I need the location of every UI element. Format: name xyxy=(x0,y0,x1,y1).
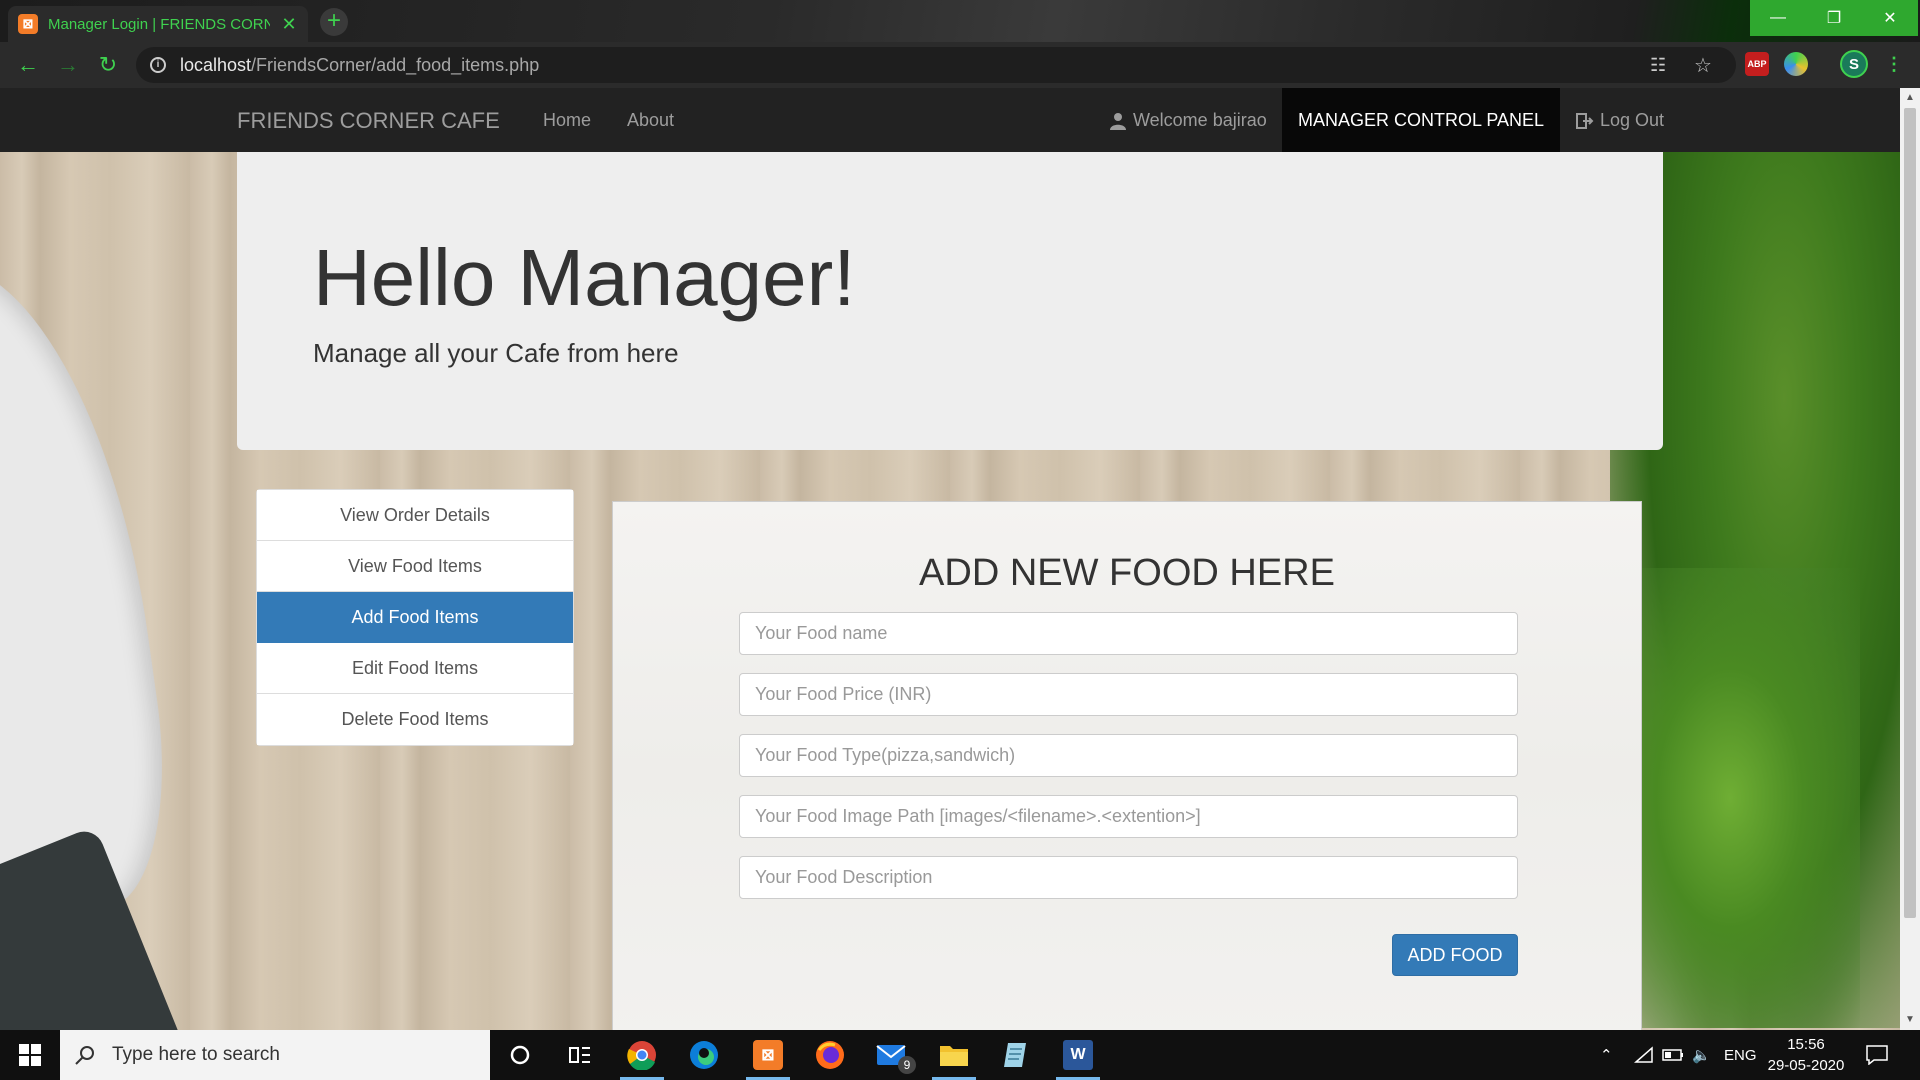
firefox-taskbar-icon[interactable] xyxy=(800,1030,860,1080)
mail-badge: 9 xyxy=(898,1056,916,1074)
background-knife-handle xyxy=(0,825,193,1030)
logout-label: Log Out xyxy=(1600,110,1665,130)
bookmark-star-icon[interactable]: ☆ xyxy=(1694,53,1712,78)
scroll-up-icon[interactable]: ▲ xyxy=(1905,92,1915,103)
tab-title: Manager Login | FRIENDS CORNER CAFE xyxy=(48,15,270,33)
manager-sidebar: View Order Details View Food Items Add F… xyxy=(256,489,574,746)
windows-logo-icon xyxy=(19,1044,41,1066)
task-view-icon[interactable] xyxy=(550,1030,610,1080)
search-icon xyxy=(75,1046,94,1065)
add-food-button[interactable]: ADD FOOD xyxy=(1392,934,1518,976)
manager-control-panel-link[interactable]: MANAGER CONTROL PANEL xyxy=(1282,88,1560,152)
forward-icon[interactable]: → xyxy=(48,45,88,85)
nav-home[interactable]: Home xyxy=(543,110,591,131)
close-window-button[interactable]: ✕ xyxy=(1862,0,1918,36)
tab-close-icon[interactable]: ✕ xyxy=(280,14,298,35)
food-image-path-input[interactable] xyxy=(739,795,1518,838)
sidebar-item-add-food[interactable]: Add Food Items xyxy=(257,592,573,643)
browser-menu-icon[interactable]: ⋮ xyxy=(1882,52,1906,76)
browser-tab-strip: ⊠ Manager Login | FRIENDS CORNER CAFE ✕ … xyxy=(0,0,1920,42)
clock-date: 29-05-2020 xyxy=(1767,1057,1845,1074)
reload-icon[interactable]: ↻ xyxy=(88,45,128,85)
notepad-taskbar-icon[interactable] xyxy=(986,1030,1046,1080)
scrollbar-thumb[interactable] xyxy=(1904,108,1916,918)
food-price-input[interactable] xyxy=(739,673,1518,716)
brand-link[interactable]: FRIENDS CORNER CAFE xyxy=(237,108,500,134)
word-icon: W xyxy=(1063,1040,1093,1070)
address-bar[interactable]: i localhost/FriendsCorner/add_food_items… xyxy=(136,47,1736,83)
browser-toolbar: ← → ↻ i localhost/FriendsCorner/add_food… xyxy=(0,42,1920,88)
minimize-button[interactable]: — xyxy=(1750,0,1806,36)
new-tab-button[interactable]: + xyxy=(320,8,348,36)
url-host: localhost xyxy=(180,54,252,75)
profile-initial: S xyxy=(1848,55,1859,73)
extension-icon[interactable] xyxy=(1784,52,1808,76)
firefox-icon xyxy=(816,1041,844,1069)
welcome-text: Welcome bajirao xyxy=(1133,110,1267,130)
sidebar-item-edit-food[interactable]: Edit Food Items xyxy=(257,643,573,694)
add-food-form: ADD NEW FOOD HERE ADD FOOD xyxy=(612,501,1642,1030)
web-page: FRIENDS CORNER CAFE Home About Welcome b… xyxy=(0,88,1900,1030)
nav-about[interactable]: About xyxy=(627,110,674,131)
action-center-icon[interactable] xyxy=(1866,1030,1888,1080)
food-type-input[interactable] xyxy=(739,734,1518,777)
battery-glyph-icon xyxy=(1662,1049,1683,1061)
page-subtitle: Manage all your Cafe from here xyxy=(313,338,679,368)
mail-taskbar-icon[interactable]: 9 xyxy=(862,1030,922,1080)
logout-link[interactable]: Log Out xyxy=(1576,110,1664,131)
jumbotron: Hello Manager! Manage all your Cafe from… xyxy=(237,152,1663,450)
cortana-circle-icon xyxy=(510,1045,530,1065)
adblock-label: ABP xyxy=(1747,59,1767,69)
sidebar-item-view-food[interactable]: View Food Items xyxy=(257,541,573,592)
back-icon[interactable]: ← xyxy=(8,45,48,85)
battery-icon[interactable] xyxy=(1662,1030,1684,1080)
notification-icon xyxy=(1866,1045,1888,1065)
wifi-icon xyxy=(1634,1046,1653,1063)
word-taskbar-icon[interactable]: W xyxy=(1048,1030,1108,1080)
cortana-icon[interactable] xyxy=(490,1030,550,1080)
chevron-up-icon[interactable]: ⌃ xyxy=(1600,1030,1613,1080)
background-knife-image xyxy=(0,243,185,933)
start-button[interactable] xyxy=(0,1030,60,1080)
welcome-user[interactable]: Welcome bajirao xyxy=(1109,110,1267,131)
site-info-icon[interactable]: i xyxy=(150,57,166,73)
site-navbar: FRIENDS CORNER CAFE Home About Welcome b… xyxy=(0,88,1900,152)
xampp-taskbar-icon[interactable]: ⊠ xyxy=(738,1030,798,1080)
task-view-glyph-icon xyxy=(569,1047,590,1063)
panel-label: MANAGER CONTROL PANEL xyxy=(1297,109,1545,130)
adblock-extension-icon[interactable]: ABP xyxy=(1745,52,1769,76)
volume-icon[interactable]: 🔈 xyxy=(1692,1030,1711,1080)
food-description-input[interactable] xyxy=(739,856,1518,899)
url-path: /FriendsCorner/add_food_items.php xyxy=(251,54,540,75)
clock-time: 15:56 xyxy=(1787,1036,1825,1053)
file-explorer-taskbar-icon[interactable] xyxy=(924,1030,984,1080)
folder-icon xyxy=(940,1046,968,1066)
taskbar-clock[interactable]: 15:56 29-05-2020 xyxy=(1756,1034,1856,1076)
restore-button[interactable]: ❐ xyxy=(1806,0,1862,36)
chrome-taskbar-icon[interactable] xyxy=(612,1030,672,1080)
sidebar-item-view-orders[interactable]: View Order Details xyxy=(257,490,573,541)
logout-icon xyxy=(1576,112,1594,129)
browser-tab[interactable]: ⊠ Manager Login | FRIENDS CORNER CAFE ✕ xyxy=(8,6,308,42)
sidebar-item-delete-food[interactable]: Delete Food Items xyxy=(257,694,573,745)
profile-avatar[interactable]: S xyxy=(1840,50,1868,78)
edge-icon xyxy=(690,1041,718,1069)
form-title: ADD NEW FOOD HERE xyxy=(919,552,1335,594)
page-scrollbar[interactable]: ▲ ▼ xyxy=(1900,88,1920,1030)
network-icon[interactable] xyxy=(1634,1030,1654,1080)
translate-icon[interactable]: ☷ xyxy=(1650,55,1666,76)
xampp-icon: ⊠ xyxy=(753,1040,783,1070)
page-title: Hello Manager! xyxy=(313,233,856,322)
food-name-input[interactable] xyxy=(739,612,1518,655)
scroll-down-icon[interactable]: ▼ xyxy=(1905,1014,1915,1025)
edge-taskbar-icon[interactable] xyxy=(674,1030,734,1080)
user-icon xyxy=(1110,112,1126,130)
language-indicator[interactable]: ENG xyxy=(1724,1030,1757,1080)
notepad-icon xyxy=(1004,1043,1026,1067)
chrome-icon xyxy=(627,1041,656,1070)
taskbar-search[interactable]: Type here to search xyxy=(60,1030,490,1080)
windows-taskbar: Type here to search ⊠ 9 W ⌃ 🔈 ENG 15:56 xyxy=(0,1030,1920,1080)
search-placeholder: Type here to search xyxy=(112,1044,280,1065)
xampp-favicon-icon: ⊠ xyxy=(18,14,38,34)
